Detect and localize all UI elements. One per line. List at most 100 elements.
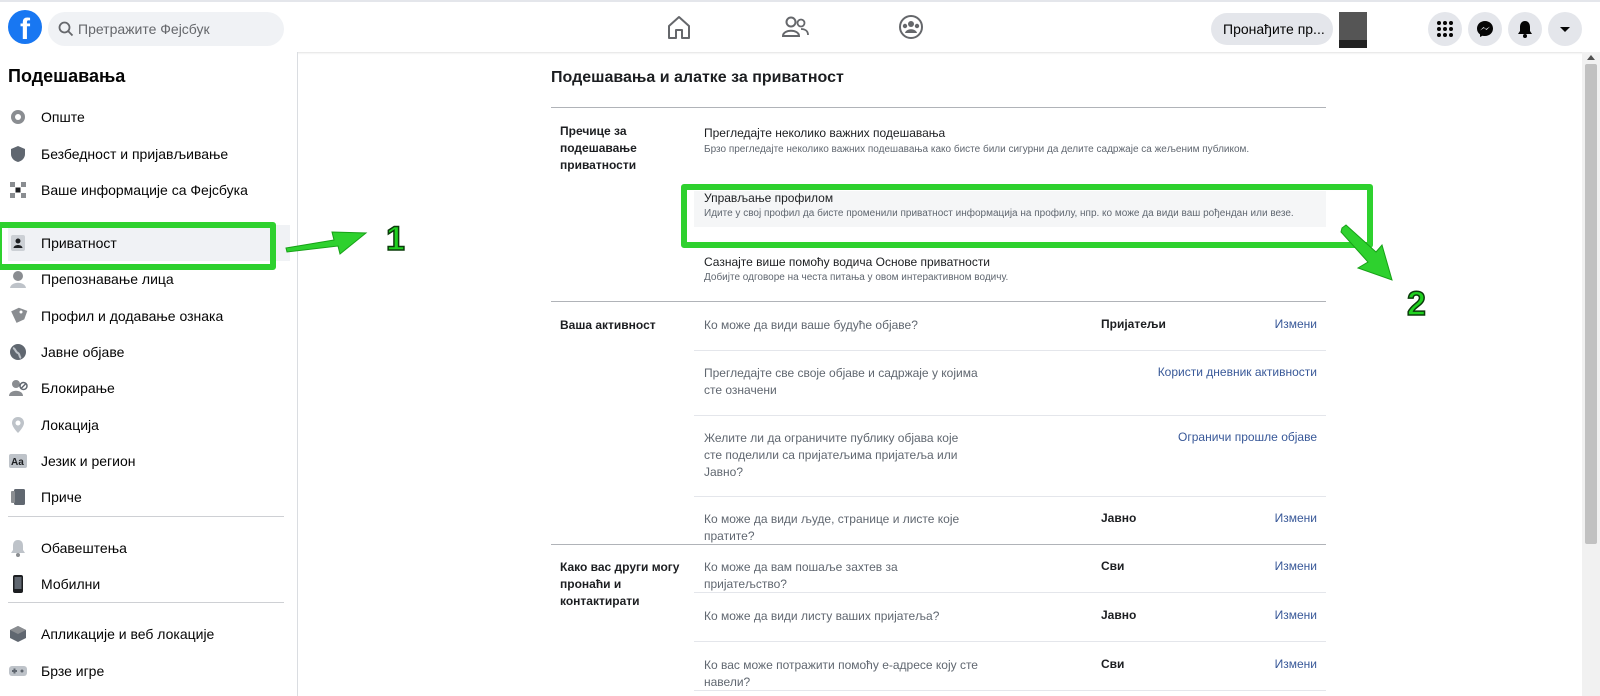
bell-icon	[1518, 21, 1532, 38]
annotation-marker-1: 1	[385, 219, 405, 259]
row-divider	[694, 592, 1326, 593]
privacy-basics-link[interactable]: Сазнајте више помоћу водича Основе прива…	[704, 255, 990, 269]
bell-icon	[11, 540, 25, 557]
sidebar-item-public-posts[interactable]: Јавне објаве	[8, 334, 290, 370]
menu-grid-button[interactable]	[1428, 12, 1462, 46]
row-divider	[694, 496, 1326, 497]
info-grid-icon	[10, 182, 26, 198]
search-input[interactable]	[78, 12, 278, 46]
gear-icon	[11, 110, 25, 124]
edit-link[interactable]: Измени	[1275, 559, 1317, 573]
setting-question: Ко вас може потражити помоћу е-адресе ко…	[704, 658, 978, 689]
privacy-basics-desc: Добијте одговоре на честа питања у овом …	[704, 272, 1009, 283]
setting-question: Желите ли да ограничите публику објава к…	[704, 431, 959, 479]
sidebar-item-mobile[interactable]: Мобилни	[8, 566, 290, 602]
shield-icon	[11, 146, 25, 162]
globe-icon	[10, 344, 26, 360]
section-divider	[551, 544, 1326, 545]
svg-text:Aa: Aa	[11, 457, 24, 468]
sidebar-item-instant-games[interactable]: Брзе игре	[8, 653, 290, 689]
sidebar-item-stories[interactable]: Приче	[8, 479, 290, 515]
section-divider	[551, 107, 1326, 108]
groups-icon[interactable]	[896, 13, 926, 41]
search-box[interactable]	[48, 12, 284, 46]
tag-icon	[11, 307, 28, 323]
setting-question: Ко може да вам пошаље захтев за пријатељ…	[704, 560, 898, 591]
sidebar-item-label: Приче	[41, 489, 82, 505]
notifications-button[interactable]	[1508, 12, 1542, 46]
setting-question: Ко може да види ваше будуће објаве?	[704, 318, 918, 332]
sidebar-item-general[interactable]: Опште	[8, 99, 290, 135]
sidebar-divider	[8, 516, 284, 517]
search-icon	[58, 21, 74, 37]
setting-value: Сви	[1101, 657, 1125, 671]
sidebar-item-label: Безбедност и пријављивање	[41, 146, 229, 162]
sidebar-item-security[interactable]: Безбедност и пријављивање	[8, 136, 290, 172]
edit-link[interactable]: Измени	[1275, 317, 1317, 331]
sidebar-item-label: Обавештења	[41, 540, 127, 556]
sidebar-item-label: Језик и регион	[41, 453, 136, 469]
limit-past-posts-link[interactable]: Ограничи прошле објаве	[1178, 430, 1317, 444]
profile-avatar[interactable]	[1339, 12, 1367, 48]
row-divider	[694, 641, 1326, 642]
messenger-button[interactable]	[1468, 12, 1502, 46]
setting-value: Пријатељи	[1101, 317, 1166, 331]
page-scrollbar[interactable]	[1582, 52, 1600, 696]
scroll-up-arrow-icon[interactable]	[1587, 55, 1595, 60]
sidebar-item-label: Апликације и веб локације	[41, 626, 215, 642]
setting-question: Ко може да види листу ваших пријатеља?	[704, 609, 940, 623]
annotation-marker-2: 2	[1406, 284, 1426, 324]
setting-value: Сви	[1101, 559, 1125, 573]
messenger-icon	[1477, 21, 1493, 37]
sidebar-item-location[interactable]: Локација	[8, 407, 290, 443]
annotation-arrow-2-icon	[1340, 224, 1393, 281]
sidebar-item-apps-websites[interactable]: Апликације и веб локације	[8, 616, 290, 652]
sidebar-item-label: Ваше информације са Фејсбука	[41, 182, 248, 198]
sidebar-item-label: Препознавање лица	[41, 271, 174, 287]
face-icon	[10, 271, 26, 288]
sidebar-item-profile-tagging[interactable]: Профил и додавање ознака	[8, 298, 290, 334]
apps-cube-icon	[10, 626, 26, 642]
find-friends-button[interactable]: Пронађите пр...	[1211, 13, 1333, 45]
stories-icon	[11, 489, 25, 505]
facebook-logo[interactable]: f	[8, 10, 42, 44]
sidebar-item-label: Локација	[41, 417, 99, 433]
sidebar-item-blocking[interactable]: Блокирање	[8, 370, 290, 406]
row-divider	[694, 415, 1326, 416]
annotation-arrow-1-icon	[285, 231, 368, 255]
sidebar-title: Подешавања	[8, 66, 126, 86]
activity-log-link[interactable]: Користи дневник активности	[1158, 365, 1317, 379]
review-settings-desc: Брзо прегледајте неколико важних подешав…	[704, 144, 1250, 155]
setting-value: Јавно	[1101, 608, 1137, 622]
sidebar-item-language-region[interactable]: Aa Језик и регион	[8, 443, 290, 479]
home-icon[interactable]	[664, 13, 694, 41]
page-title: Подешавања и алатке за приватност	[551, 69, 844, 86]
friends-icon[interactable]	[780, 13, 810, 41]
setting-value: Јавно	[1101, 511, 1137, 525]
edit-link[interactable]: Измени	[1275, 657, 1317, 671]
edit-link[interactable]: Измени	[1275, 511, 1317, 525]
mobile-icon	[13, 575, 23, 593]
section-divider	[551, 301, 1326, 302]
sidebar-item-label: Профил и додавање ознака	[41, 308, 224, 324]
language-icon: Aa	[9, 454, 27, 468]
row-divider	[694, 690, 1326, 691]
chevron-down-icon	[1560, 27, 1570, 32]
shortcuts-section-title: Пречице за подешавање приватности	[560, 124, 637, 172]
sidebar-item-label: Блокирање	[41, 380, 115, 396]
menu-grid-icon	[1437, 21, 1453, 37]
row-divider	[694, 350, 1326, 351]
annotation-highlight-manage-profile	[681, 184, 1373, 248]
sidebar-item-notifications[interactable]: Обавештења	[8, 530, 290, 566]
location-pin-icon	[12, 417, 24, 433]
find-contact-section-title: Како вас други могу пронаћи и контактира…	[560, 560, 680, 608]
top-navigation-bar: f Пронађите пр...	[0, 0, 1600, 52]
account-dropdown-button[interactable]	[1548, 12, 1582, 46]
setting-question: Прегледајте све своје објаве и садржаје …	[704, 366, 978, 397]
review-settings-link[interactable]: Прегледајте неколико важних подешавања	[704, 126, 945, 140]
edit-link[interactable]: Измени	[1275, 608, 1317, 622]
settings-sidebar: Подешавања Опште Безбедност и пријављива…	[0, 52, 298, 696]
scrollbar-thumb[interactable]	[1585, 64, 1597, 544]
sidebar-item-your-info[interactable]: Ваше информације са Фејсбука	[8, 172, 290, 208]
setting-question: Ко може да види људе, странице и листе к…	[704, 512, 960, 543]
